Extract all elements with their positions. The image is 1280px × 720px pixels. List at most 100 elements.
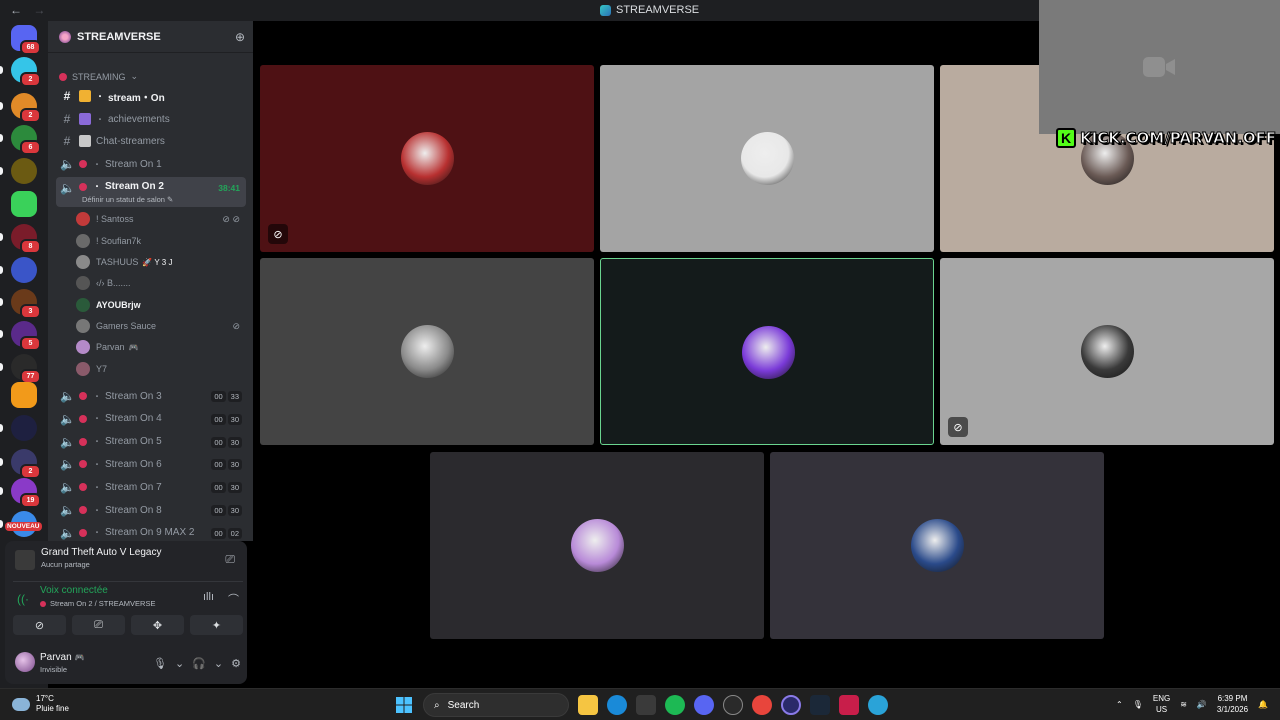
server-icon[interactable]: 8 (11, 224, 41, 254)
speaker-icon: 🔈 (60, 157, 75, 171)
search-box[interactable]: ⌕ Search (423, 693, 569, 717)
language-indicator[interactable]: ENG US (1153, 693, 1170, 715)
add-member-icon[interactable]: ⊕ (235, 30, 245, 44)
voice-channel[interactable]: 🔈 ・ Stream On 9 MAX 2 00 02 (56, 523, 246, 541)
server-icon[interactable]: 68 (11, 25, 41, 55)
app-circle-icon[interactable] (781, 695, 801, 715)
chrome-icon[interactable] (752, 695, 772, 715)
server-icon[interactable]: 77 (11, 354, 41, 384)
participant-tile[interactable] (600, 65, 934, 252)
muted-deafened-icon: ⊘ ⊘ (222, 213, 240, 224)
chevron-up-icon[interactable]: ⌃ (1116, 700, 1123, 709)
participant-tile[interactable]: ⊘ (940, 258, 1274, 445)
voice-user[interactable]: AYOUBrjw (76, 296, 246, 314)
participant-tile[interactable]: ⊘ (260, 65, 594, 252)
notification-bell-icon[interactable]: 🔔 (1258, 700, 1268, 709)
channel-chat-streamers[interactable]: # Chat-streamers (56, 131, 246, 151)
user-name: ! Santoss (96, 214, 134, 224)
user-controls: 🎙 ⌄ 🎧 ⌄ ⚙ (153, 657, 241, 670)
server-icon[interactable] (11, 257, 37, 283)
channel-stream-on[interactable]: # ・ stream・On (56, 86, 246, 106)
user-status: Invisible (40, 665, 68, 674)
store-icon[interactable] (636, 695, 656, 715)
voice-channel[interactable]: 🔈 ・ Stream On 4 00 30 (56, 409, 246, 429)
camera-off-button[interactable]: ⊘ (13, 615, 66, 635)
avatar[interactable] (15, 652, 35, 672)
avatar (742, 326, 795, 379)
avatar (76, 340, 90, 354)
voice-user[interactable]: Parvan 🎮 (76, 338, 246, 356)
voice-user[interactable]: TASHUUS 🚀 Y 3 J (76, 253, 246, 271)
server-icon[interactable]: 6 (11, 125, 41, 155)
channel-achievements[interactable]: # ・ achievements (56, 109, 246, 129)
channel-stream-on-1[interactable]: 🔈 ・ Stream On 1 (56, 154, 246, 174)
server-icon[interactable] (11, 382, 37, 408)
adobe-icon[interactable] (839, 695, 859, 715)
discord-icon[interactable] (694, 695, 714, 715)
notification-badge: 68 (20, 40, 41, 55)
channel-status[interactable]: Définir un statut de salon ✎ (82, 195, 173, 204)
wifi-icon[interactable]: ≋ (1180, 700, 1187, 709)
category-streaming[interactable]: STREAMING ⌄ (59, 71, 138, 82)
avatar (76, 276, 90, 290)
server-icon[interactable]: 5 (11, 321, 41, 351)
spotify-icon[interactable] (665, 695, 685, 715)
soundboard-button[interactable]: ✦ (190, 615, 243, 635)
headphones-icon[interactable]: 🎧 (192, 657, 206, 670)
clock[interactable]: 6:39 PM 3/1/2026 (1217, 693, 1248, 715)
voice-user[interactable]: ! Santoss ⊘ ⊘ (76, 210, 246, 228)
voice-channel[interactable]: 🔈 ・ Stream On 8 00 30 (56, 500, 246, 520)
user-limit-pill: 00 02 (211, 527, 242, 539)
participant-tile[interactable] (260, 258, 594, 445)
windows-start-icon[interactable] (394, 695, 414, 715)
server-icon[interactable]: 2 (11, 57, 41, 87)
microphone-icon[interactable]: 🎙 (153, 657, 167, 670)
volume-icon[interactable]: 🔊 (1197, 700, 1207, 709)
server-icon[interactable]: 19 (11, 478, 41, 508)
server-icon[interactable] (11, 158, 37, 184)
share-screen-icon[interactable]: ⎚ (225, 552, 235, 567)
server-icon[interactable]: 2 (11, 93, 41, 123)
speaker-icon: 🔈 (60, 503, 75, 517)
notification-badge: 3 (20, 304, 41, 319)
channel-stream-on-2[interactable]: 🔈 ・ Stream On 2 38:41 Définir un statut … (56, 177, 246, 207)
obs-icon[interactable] (723, 695, 743, 715)
weather-temp: 17°C (36, 694, 54, 703)
disconnect-icon[interactable]: ⌒ (228, 591, 239, 607)
avatar (76, 212, 90, 226)
server-icon[interactable] (11, 415, 37, 441)
activities-button[interactable]: ✥ (131, 615, 184, 635)
voice-channel[interactable]: 🔈 ・ Stream On 5 00 30 (56, 432, 246, 452)
forward-arrow-icon[interactable]: → (33, 3, 45, 17)
file-explorer-icon[interactable] (578, 695, 598, 715)
server-icon[interactable]: 3 (11, 289, 41, 319)
telegram-icon[interactable] (868, 695, 888, 715)
voice-user[interactable]: ‹/› B....... (76, 274, 246, 292)
server-icon[interactable] (11, 191, 37, 217)
voice-user[interactable]: Gamers Sauce ⊘ (76, 317, 246, 335)
voice-user[interactable]: ! Soufian7k (76, 232, 246, 250)
weather-widget[interactable]: 17°C Pluie fine (12, 694, 69, 714)
share-screen-button[interactable]: ⎚ (72, 615, 125, 635)
edge-icon[interactable] (607, 695, 627, 715)
voice-channel[interactable]: 🔈 ・ Stream On 3 00 33 (56, 386, 246, 406)
gear-icon[interactable]: ⚙ (231, 657, 241, 670)
back-arrow-icon[interactable]: ← (10, 3, 22, 17)
participant-tile[interactable] (770, 452, 1104, 639)
participant-tile[interactable] (600, 258, 934, 445)
noise-suppression-icon[interactable]: ıllı (203, 591, 214, 607)
voice-user[interactable]: Y7 (76, 360, 246, 378)
microphone-icon[interactable]: 🎙 (1133, 700, 1143, 709)
avatar (741, 132, 794, 185)
voice-title[interactable]: Voix connectée (40, 585, 108, 596)
chevron-down-icon[interactable]: ⌄ (214, 657, 223, 670)
voice-channel[interactable]: 🔈 ・ Stream On 7 00 30 (56, 477, 246, 497)
server-icon[interactable]: 2 (11, 449, 41, 479)
voice-channel[interactable]: 🔈 ・ Stream On 6 00 30 (56, 454, 246, 474)
participant-tile[interactable] (430, 452, 764, 639)
avatar (76, 362, 90, 376)
steam-icon[interactable] (810, 695, 830, 715)
server-logo-icon (600, 4, 611, 16)
server-header[interactable]: STREAMVERSE ⊕ (48, 21, 253, 53)
chevron-down-icon[interactable]: ⌄ (175, 657, 184, 670)
